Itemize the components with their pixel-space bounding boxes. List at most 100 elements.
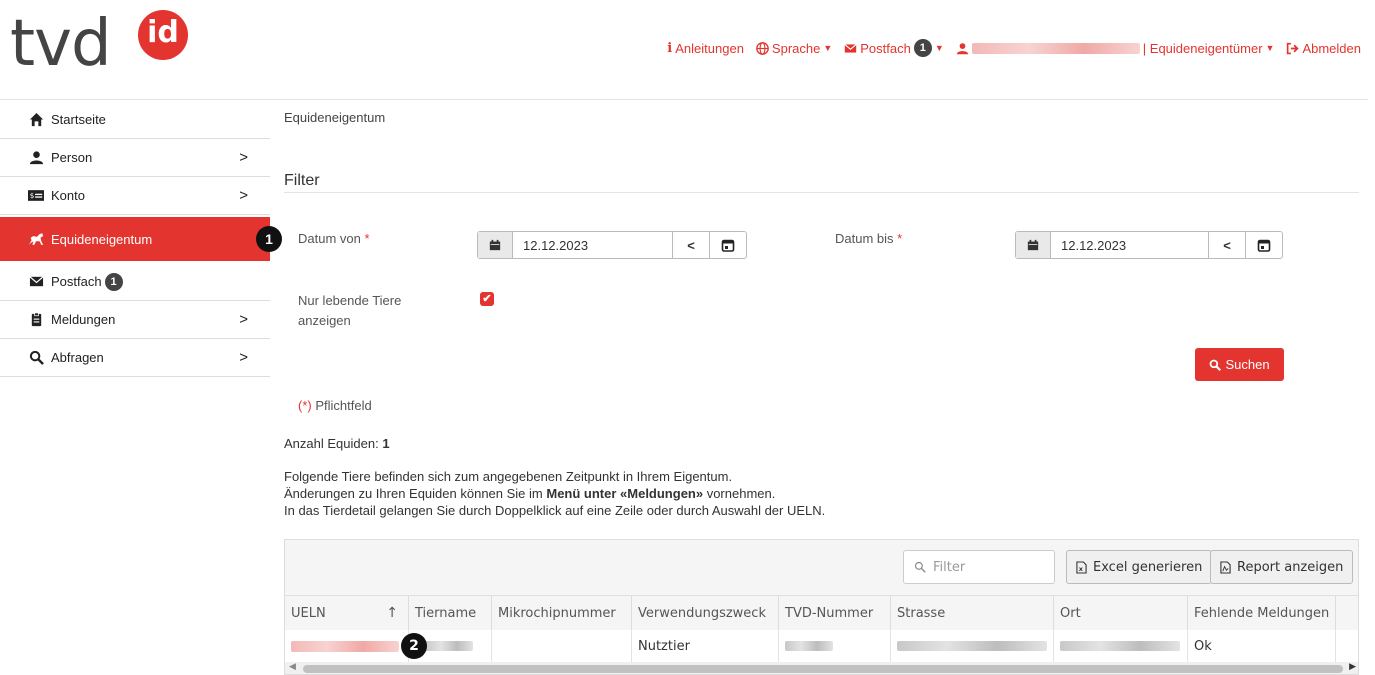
scroll-right-arrow-icon[interactable]: ▶	[1349, 662, 1356, 672]
only-living-label-line2: anzeigen	[298, 313, 351, 328]
info-line-1: Folgende Tiere befinden sich zum angegeb…	[284, 469, 733, 484]
equid-count: Anzahl Equiden: 1	[284, 436, 390, 451]
column-header-ort[interactable]: Ort	[1054, 596, 1188, 630]
user-menu[interactable]: | Equideneigentümer ▼	[956, 40, 1275, 56]
excel-button-label: Excel generieren	[1093, 559, 1203, 575]
top-navigation: i Anleitungen Sprache ▼ Postfach 1 ▼ | E…	[667, 38, 1361, 58]
sort-ascending-icon: ↑	[386, 605, 398, 621]
date-from-field[interactable]: 12.12.2023 <	[477, 231, 747, 259]
date-from-prev-button[interactable]: <	[672, 232, 709, 258]
mailbox-count-badge: 1	[913, 39, 932, 57]
column-header-label: TVD-Nummer	[785, 605, 874, 621]
step-marker-2: 2	[401, 633, 427, 659]
home-icon	[28, 112, 44, 128]
calendar-icon[interactable]	[478, 232, 513, 258]
date-to-calendar-button[interactable]	[1245, 232, 1282, 258]
report-show-button[interactable]: Report anzeigen	[1210, 550, 1354, 584]
scroll-left-arrow-icon[interactable]: ◀	[289, 662, 296, 672]
sidebar: Startseite Person > $ Konto > Equideneig…	[0, 101, 282, 377]
column-header-label: Tiername	[415, 605, 477, 621]
postfach-count-badge: 1	[104, 272, 123, 291]
cell-verwendungszweck: Nutztier	[632, 630, 779, 662]
column-header-label: Ort	[1060, 605, 1081, 621]
redacted-ueln[interactable]	[291, 640, 399, 652]
table-filter-input[interactable]: Filter	[903, 550, 1055, 584]
globe-icon	[756, 41, 769, 55]
cell-tiername: 2	[401, 630, 492, 662]
user-icon	[28, 150, 44, 166]
table-filter-placeholder: Filter	[933, 559, 966, 575]
calendar-icon	[1257, 239, 1271, 252]
logout-link[interactable]: Abmelden	[1286, 41, 1361, 56]
column-header-label: UELN	[291, 605, 326, 621]
calendar-icon[interactable]	[1016, 232, 1051, 258]
chevron-right-icon: >	[239, 311, 248, 328]
sidebar-item-konto[interactable]: $ Konto >	[0, 177, 270, 215]
header-divider	[0, 99, 1368, 100]
required-hint-text: Pflichtfeld	[315, 398, 372, 413]
sidebar-item-abfragen[interactable]: Abfragen >	[0, 339, 270, 377]
column-header-tiername[interactable]: Tiername	[409, 596, 492, 630]
info-line-2-post: vornehmen.	[703, 486, 776, 501]
required-star: *	[364, 231, 370, 246]
column-header-truncated[interactable]	[1336, 596, 1358, 630]
info-text: Folgende Tiere befinden sich zum angegeb…	[284, 468, 825, 519]
info-icon: i	[667, 40, 673, 56]
sidebar-item-label: Startseite	[51, 112, 106, 127]
guides-label: Anleitungen	[675, 40, 744, 56]
horizontal-scrollbar[interactable]: ◀ ▶	[285, 662, 1358, 674]
column-header-label: Strasse	[897, 605, 946, 621]
search-icon	[914, 561, 926, 573]
sidebar-item-person[interactable]: Person >	[0, 139, 270, 177]
pdf-file-icon	[1220, 560, 1231, 574]
clipboard-icon	[28, 312, 44, 328]
breadcrumb: Equideneigentum	[284, 110, 386, 125]
sidebar-item-label: Konto	[51, 188, 85, 203]
column-header-strasse[interactable]: Strasse	[891, 596, 1054, 630]
caret-down-icon: ▼	[1265, 43, 1275, 53]
table-row[interactable]: 2 Nutztier Ok	[285, 630, 1358, 662]
date-to-prev-button[interactable]: <	[1208, 232, 1245, 258]
info-line-3: In das Tierdetail gelangen Sie durch Dop…	[284, 503, 826, 518]
role-label: | Equideneigentümer	[1142, 40, 1263, 56]
sidebar-item-meldungen[interactable]: Meldungen >	[0, 301, 270, 339]
logo-text: tvd	[10, 7, 112, 81]
redacted-user-name	[971, 42, 1140, 54]
calendar-icon	[721, 239, 735, 252]
logo-badge: id	[138, 10, 188, 60]
only-living-checkbox[interactable]: ✔	[480, 292, 494, 306]
search-icon	[1210, 359, 1222, 371]
language-menu[interactable]: Sprache ▼	[756, 41, 832, 56]
excel-generate-button[interactable]: x Excel generieren	[1066, 550, 1213, 584]
chevron-right-icon: >	[239, 349, 248, 366]
date-to-label-text: Datum bis	[835, 231, 894, 246]
column-header-fehlende-meldungen[interactable]: Fehlende Meldungen	[1188, 596, 1336, 630]
column-header-label: Mikrochipnummer	[498, 605, 616, 621]
column-header-ueln[interactable]: UELN ↑	[285, 596, 409, 630]
column-header-verwendungszweck[interactable]: Verwendungszweck	[632, 596, 779, 630]
date-to-field[interactable]: 12.12.2023 <	[1015, 231, 1283, 259]
chevron-right-icon: >	[239, 149, 248, 166]
sidebar-item-equideneigentum[interactable]: Equideneigentum 1	[0, 217, 282, 261]
svg-text:x: x	[1079, 565, 1084, 573]
sidebar-item-startseite[interactable]: Startseite	[0, 101, 270, 139]
equid-table-panel: Filter x Excel generieren Report anzeige…	[284, 539, 1359, 675]
sidebar-item-label: Postfach	[51, 274, 102, 289]
column-header-tvd-nummer[interactable]: TVD-Nummer	[779, 596, 891, 630]
date-to-label: Datum bis *	[835, 231, 902, 246]
mailbox-menu[interactable]: Postfach 1 ▼	[844, 39, 944, 57]
only-living-label: Nur lebende Tiere anzeigen	[298, 291, 401, 331]
caret-down-icon: ▼	[934, 43, 944, 53]
excel-file-icon: x	[1076, 560, 1087, 574]
date-from-calendar-button[interactable]	[709, 232, 746, 258]
date-to-value[interactable]: 12.12.2023	[1051, 232, 1208, 258]
guides-link[interactable]: i Anleitungen	[667, 41, 744, 56]
search-button[interactable]: Suchen	[1195, 348, 1284, 381]
sidebar-item-postfach[interactable]: Postfach 1	[0, 263, 270, 301]
date-from-value[interactable]: 12.12.2023	[513, 232, 672, 258]
column-header-mikrochipnummer[interactable]: Mikrochipnummer	[492, 596, 632, 630]
equid-count-label: Anzahl Equiden:	[284, 436, 379, 451]
info-line-2-bold: Menü unter «Meldungen»	[546, 486, 704, 501]
scrollbar-thumb[interactable]	[303, 665, 1343, 673]
cell-ueln[interactable]	[285, 630, 409, 662]
